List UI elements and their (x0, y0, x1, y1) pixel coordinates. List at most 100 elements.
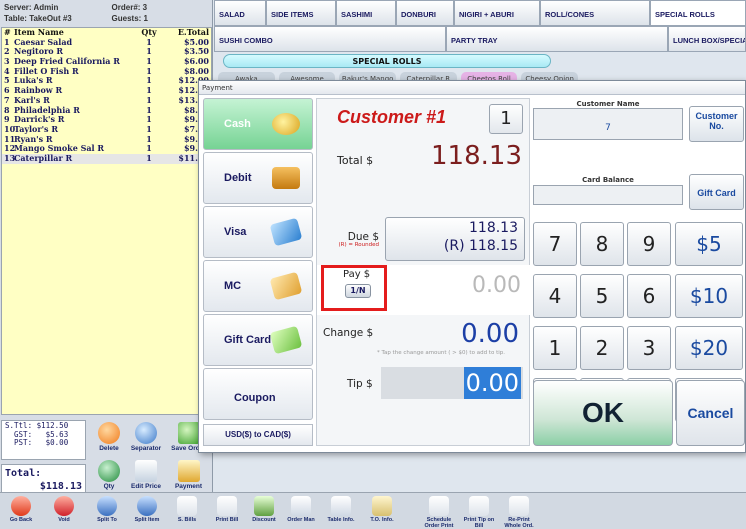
cancel-button[interactable]: Cancel (676, 380, 745, 446)
ticket-row-cell: 13 (4, 152, 16, 163)
print-tip-on-bill-button[interactable]: Print Tip on Bill (460, 494, 498, 529)
ticket-list[interactable]: # Item Name Qty E.Total 1 Caesar Salad 1 $5.00 2… (1, 27, 212, 415)
ticket-row-cell: Karl's R (14, 95, 50, 105)
order-man-button[interactable]: Order Man (282, 494, 320, 529)
toolbar-label: Go Back (9, 517, 33, 523)
delete-button[interactable]: Delete (90, 420, 128, 458)
plus-icon (98, 460, 120, 482)
toolbar-label: Schedule Order Print (424, 517, 454, 529)
customer-name-field[interactable]: 7 (533, 108, 683, 140)
category-donburi[interactable]: DONBURI (396, 0, 454, 26)
print-bill-button[interactable]: Print Bill (208, 494, 246, 529)
ticket-row[interactable]: 7 Karl's R 1 $13.00 (2, 95, 211, 106)
discount-button[interactable]: Discount (245, 494, 283, 529)
category-lunch-box[interactable]: LUNCH BOX/SPECIAL (668, 26, 746, 52)
gift-card-pay-button[interactable]: Gift Card (203, 314, 313, 366)
split-item-button[interactable]: Split Item (128, 494, 166, 529)
category-nigiri-aburi[interactable]: NIGIRI + ABURI (454, 0, 540, 26)
ticket-row-cell: Darrick's R (14, 115, 65, 125)
ticket-row[interactable]: 9 Darrick's R 1 $9.00 (2, 114, 211, 125)
debit-card-icon (272, 167, 300, 189)
ticket-row[interactable]: 8 Philadelphia R 1 $8.00 (2, 105, 211, 116)
ticket-row-cell: 1 (146, 152, 152, 163)
ticket-row-cell: Caterpillar R (14, 153, 73, 163)
tip-value[interactable]: 0.00 (463, 367, 521, 399)
split-to-button[interactable]: Split To (88, 494, 126, 529)
mc-label: MC (224, 280, 242, 292)
due-box[interactable]: 118.13 (R) 118.15 (385, 217, 525, 261)
coins-icon (272, 113, 300, 135)
checkmark-icon (177, 422, 200, 444)
separator-button[interactable]: Separator (127, 420, 165, 458)
ticket-row[interactable]: 10 Taylor's R 1 $7.00 (2, 124, 211, 135)
digit-key[interactable]: 7 (533, 222, 577, 266)
tip-box[interactable]: 0.00 (381, 367, 523, 399)
debit-button[interactable]: Debit (203, 152, 313, 204)
table-label: Table: TakeOut #3 (4, 14, 72, 23)
quick-cash-key[interactable]: $20 (675, 326, 743, 370)
visa-button[interactable]: Visa (203, 206, 313, 258)
ticket-header: # Item Name Qty E.Total (2, 27, 211, 38)
go-back-button[interactable]: Go Back (2, 494, 40, 529)
ticket-row[interactable]: 13 Caterpillar R 1 $11.00 (2, 152, 211, 164)
customer-no-button[interactable]: Customer No. (689, 106, 744, 142)
payment-summary-panel: Customer #1 1 Total $ 118.13 Due $ (R) =… (316, 98, 531, 446)
tip-label: Tip $ (347, 378, 373, 390)
currency-convert-button[interactable]: USD($) to CAD($) (203, 424, 313, 446)
digit-key[interactable]: 5 (580, 274, 624, 318)
category-sushi-combo[interactable]: SUSHI COMBO (214, 26, 446, 52)
schedule-order-print-button[interactable]: Schedule Order Print (420, 494, 458, 529)
category-side-items[interactable]: SIDE ITEMS (266, 0, 336, 26)
digit-key[interactable]: 9 (627, 222, 671, 266)
payment-button[interactable]: Payment (165, 458, 212, 496)
ticket-row-cell: Caesar Salad (14, 37, 73, 47)
pay-amount-input[interactable]: 0.00 (472, 273, 521, 298)
digit-key[interactable]: 2 (580, 326, 624, 370)
ticket-row[interactable]: 11 Ryan's R 1 $9.00 (2, 134, 211, 145)
ticket-row[interactable]: 3 Deep Fried California R 1 $6.00 (2, 56, 211, 67)
digit-key[interactable]: 1 (533, 326, 577, 370)
ticket-row-cell: Ryan's R (14, 134, 53, 144)
customer-label: Customer #1 (337, 107, 447, 127)
s-bills-button[interactable]: S. Bills (168, 494, 206, 529)
category-special-rolls[interactable]: SPECIAL ROLLS (650, 0, 746, 26)
category-party-tray[interactable]: PARTY TRAY (446, 26, 668, 52)
digit-key[interactable]: 6 (627, 274, 671, 318)
ticket-row[interactable]: 1 Caesar Salad 1 $5.00 (2, 37, 211, 48)
void-button[interactable]: Void (45, 494, 83, 529)
order-panel: Server: Admin Table: TakeOut #3 Order#: … (0, 0, 213, 529)
re-print-whole-ord-button[interactable]: Re-Print Whole Ord. (500, 494, 538, 529)
gift-card-button[interactable]: Gift Card (689, 174, 744, 210)
t-o-info-button[interactable]: T.O. Info. (363, 494, 401, 529)
cash-button[interactable]: Cash (203, 98, 313, 150)
quick-cash-key[interactable]: $5 (675, 222, 743, 266)
category-roll-cones[interactable]: ROLL/CONES (540, 0, 650, 26)
delete-icon (98, 422, 120, 444)
digit-key[interactable]: 8 (580, 222, 624, 266)
credit-card-icon (269, 271, 303, 301)
digit-key[interactable]: 3 (627, 326, 671, 370)
ok-button[interactable]: OK (533, 380, 673, 446)
table-info-button[interactable]: Table Info. (322, 494, 360, 529)
visa-label: Visa (224, 226, 247, 238)
mc-button[interactable]: MC (203, 260, 313, 312)
edit-price-button[interactable]: Edit Price (127, 458, 165, 496)
coupon-label: Coupon (234, 392, 276, 404)
change-value[interactable]: 0.00 (461, 319, 519, 349)
coupon-button[interactable]: Coupon (203, 368, 313, 420)
category-salad[interactable]: SALAD (214, 0, 266, 26)
gift-card-label: Gift Card (224, 334, 272, 346)
toolbar-label: Re-Print Whole Ord. (504, 517, 534, 529)
card-balance-field (533, 185, 683, 205)
takeout-info-icon (372, 496, 392, 516)
qty-button[interactable]: Qty (90, 458, 128, 496)
ticket-row-cell: Luka's R (14, 76, 53, 86)
toolbar-label: S. Bills (177, 517, 197, 523)
category-sashimi[interactable]: SASHIMI (336, 0, 396, 26)
quick-cash-key[interactable]: $10 (675, 274, 743, 318)
ticket-row-cell: Rainbow R (14, 86, 63, 96)
toolbar-label: Order Man (287, 517, 315, 523)
customer-number-button[interactable]: 1 (489, 104, 523, 134)
digit-key[interactable]: 4 (533, 274, 577, 318)
ticket-row[interactable]: 2 Negitoro R 1 $3.50 (2, 47, 211, 57)
